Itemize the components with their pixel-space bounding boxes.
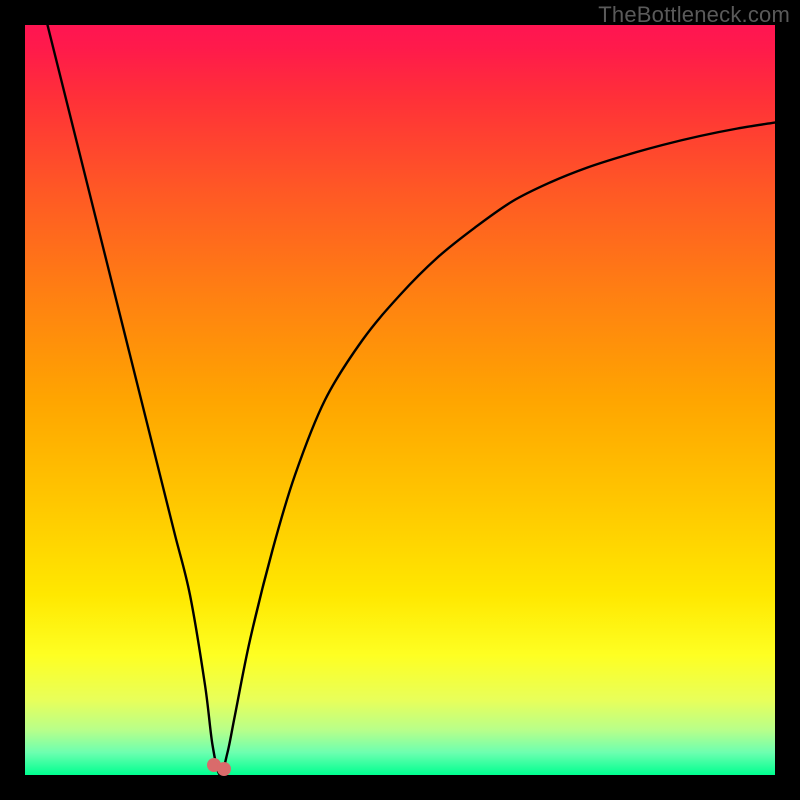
plot-area xyxy=(25,25,775,775)
optimal-point-b xyxy=(217,762,231,776)
watermark-text: TheBottleneck.com xyxy=(598,2,790,28)
chart-frame: TheBottleneck.com xyxy=(0,0,800,800)
bottleneck-curve xyxy=(25,25,775,775)
